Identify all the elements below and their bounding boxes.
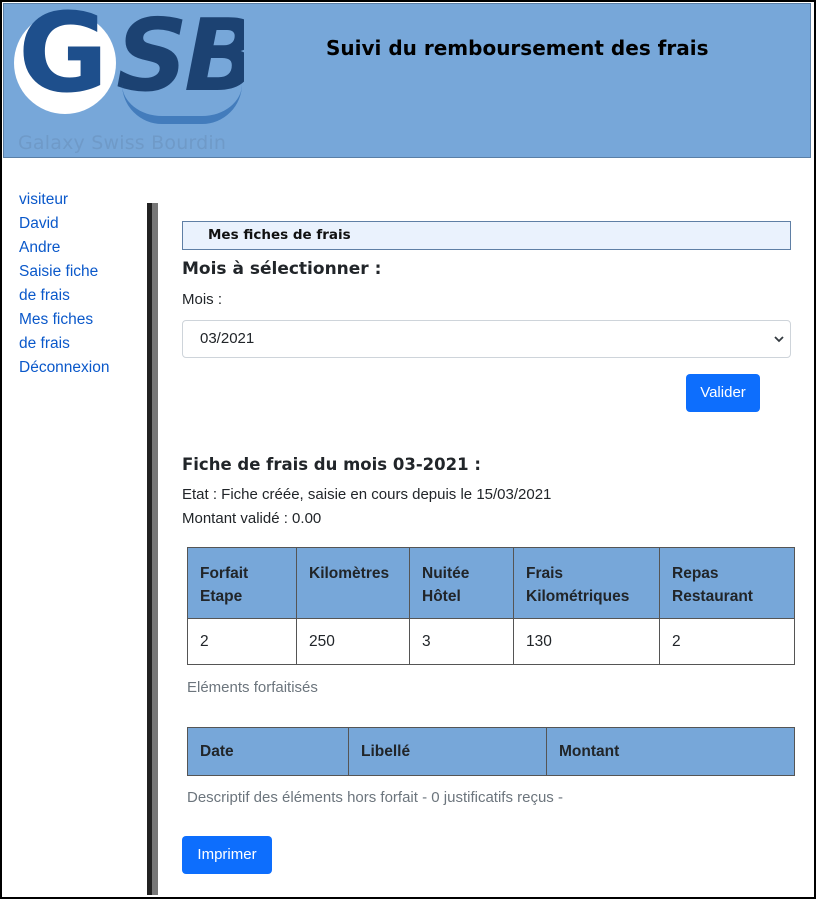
forfait-caption: Eléments forfaitisés	[187, 679, 318, 696]
column-header: Frais Kilométriques	[513, 547, 660, 619]
chevron-down-icon	[774, 336, 784, 343]
sidebar-item-saisie-fiche[interactable]: Saisie fiche	[19, 260, 139, 284]
sidebar-item-role[interactable]: visiteur	[19, 188, 139, 212]
column-header: Repas Restaurant	[659, 547, 795, 619]
table-header-row: Date Libellé Montant	[187, 727, 795, 776]
gsb-logo: G SB Galaxy Swiss Bourdin	[4, 4, 244, 159]
month-heading: Mois à sélectionner :	[182, 259, 382, 279]
table-cell: 2	[187, 618, 297, 665]
vertical-divider	[147, 203, 158, 895]
sheet-heading: Fiche de frais du mois 03-2021 :	[182, 455, 481, 474]
sidebar: visiteur David Andre Saisie fiche de fra…	[19, 188, 139, 380]
forfait-table: Forfait Etape Kilomètres Nuitée Hôtel Fr…	[187, 547, 795, 665]
amount-text: Montant validé : 0.00	[182, 510, 322, 527]
sidebar-item-deconnexion[interactable]: Déconnexion	[19, 356, 139, 380]
column-header: Montant	[546, 727, 795, 776]
sidebar-item-mes-fiches[interactable]: Mes fiches	[19, 308, 139, 332]
logo-swoosh	[122, 84, 242, 124]
state-text: Etat : Fiche créée, saisie en cours depu…	[182, 486, 552, 503]
table-cell: 130	[513, 618, 660, 665]
page-title: Suivi du remboursement des frais	[326, 36, 709, 60]
table-cell: 250	[296, 618, 410, 665]
month-select-value: 03/2021	[200, 330, 255, 347]
sidebar-item-lastname[interactable]: Andre	[19, 236, 139, 260]
app-header: G SB Galaxy Swiss Bourdin Suivi du rembo…	[3, 3, 811, 158]
logo-tagline: Galaxy Swiss Bourdin	[18, 132, 227, 154]
table-cell: 2	[659, 618, 795, 665]
table-cell: 3	[409, 618, 514, 665]
column-header: Kilomètres	[296, 547, 410, 619]
month-select[interactable]: 03/2021	[182, 320, 791, 358]
sidebar-item-firstname[interactable]: David	[19, 212, 139, 236]
table-row: 2 250 3 130 2	[187, 618, 795, 665]
logo-g-letter: G	[18, 4, 109, 117]
validate-button[interactable]: Valider	[686, 374, 760, 412]
column-header: Forfait Etape	[187, 547, 297, 619]
column-header: Date	[187, 727, 349, 776]
section-header: Mes fiches de frais	[182, 221, 791, 250]
hors-forfait-table: Date Libellé Montant	[187, 727, 795, 776]
column-header: Libellé	[348, 727, 547, 776]
hors-forfait-caption: Descriptif des éléments hors forfait - 0…	[187, 789, 563, 806]
column-header: Nuitée Hôtel	[409, 547, 514, 619]
sidebar-item-mes-fiches-cont[interactable]: de frais	[19, 332, 139, 356]
print-button[interactable]: Imprimer	[182, 836, 272, 874]
month-label: Mois :	[182, 291, 223, 308]
table-header-row: Forfait Etape Kilomètres Nuitée Hôtel Fr…	[187, 547, 795, 619]
sidebar-item-saisie-fiche-cont[interactable]: de frais	[19, 284, 139, 308]
